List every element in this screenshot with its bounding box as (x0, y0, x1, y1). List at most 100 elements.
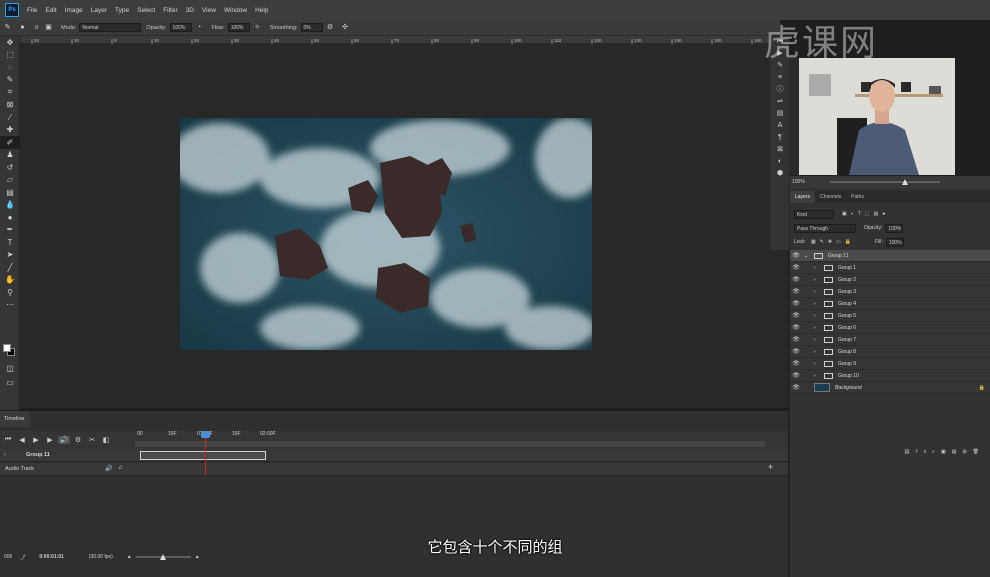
layer-opacity-field[interactable]: 100% (885, 223, 904, 233)
layer-row[interactable]: 👁 › Group 7 (790, 334, 990, 346)
group-clip[interactable] (140, 451, 266, 460)
line-tool-icon[interactable]: ╱ (0, 261, 20, 274)
visibility-eye-icon[interactable]: 👁 (790, 264, 802, 271)
marquee-tool-icon[interactable]: ⬚ (0, 49, 20, 62)
track-row[interactable]: Audio Track 🔊 ♫ (0, 463, 788, 476)
tab-paths[interactable]: Paths (846, 191, 869, 203)
libraries-icon[interactable]: ▤ (770, 108, 790, 120)
mode-select[interactable]: Normal (79, 23, 142, 32)
tab-channels[interactable]: Channels (815, 191, 846, 203)
history-brush-tool-icon[interactable]: ↺ (0, 161, 20, 174)
menu-filter[interactable]: Filter (163, 7, 177, 14)
speaker-icon[interactable]: 🔊 (105, 465, 112, 472)
menu-type[interactable]: Type (115, 7, 129, 14)
properties-icon[interactable]: ⇌ (770, 96, 790, 108)
layer-row[interactable]: 👁 › Group 4 (790, 298, 990, 310)
layer-row[interactable]: 👁 › Group 10 (790, 370, 990, 382)
flow-field[interactable]: 100% (227, 23, 250, 32)
smoothing-field[interactable]: 0% (300, 23, 323, 32)
info-icon[interactable]: ⓘ (770, 84, 790, 96)
pressure-opacity-icon[interactable]: ◔ (195, 23, 204, 32)
more-tools-icon[interactable]: ⋯ (0, 299, 20, 312)
stamp-tool-icon[interactable]: ♟ (0, 149, 20, 162)
menu-edit[interactable]: Edit (45, 7, 56, 14)
work-area-bar[interactable] (135, 441, 765, 447)
move-tool-icon[interactable]: ✥ (0, 36, 20, 49)
next-frame-icon[interactable]: ▶ (44, 436, 56, 444)
document-canvas-area[interactable] (20, 44, 788, 408)
dodge-tool-icon[interactable]: ● (0, 211, 20, 224)
brush-tool-icon[interactable]: ✎ (3, 23, 12, 32)
lock-icons[interactable]: ▦✎✥▭🔒 (811, 239, 855, 245)
adjustments-icon[interactable]: ◐ (770, 156, 790, 168)
add-track-icon[interactable]: + (768, 462, 773, 472)
menu-help[interactable]: Help (255, 7, 268, 14)
chevron-right-icon[interactable]: › (814, 325, 824, 331)
split-icon[interactable]: ✂ (86, 436, 98, 444)
character-icon[interactable]: A (770, 120, 790, 132)
layer-footer-icons[interactable]: ⛓fx◐▣▤⊞🗑 (790, 446, 990, 458)
track-row[interactable]: › Group 11 (0, 449, 788, 462)
quick-select-tool-icon[interactable]: ✎ (0, 74, 20, 87)
timeline-tab[interactable]: Timeline (0, 411, 30, 427)
frame-tool-icon[interactable]: ⊠ (0, 99, 20, 112)
lock-icon[interactable]: 🔒 (979, 385, 985, 391)
filter-icons[interactable]: ▣◐T⬚▤● (842, 211, 889, 217)
previous-frame-icon[interactable]: ◀ (16, 436, 28, 444)
menu-3d[interactable]: 3D (186, 7, 194, 14)
quick-mask-icon[interactable]: ◫ (0, 362, 20, 375)
opacity-field[interactable]: 100% (169, 23, 192, 32)
chevron-down-icon[interactable]: ⌄ (804, 253, 814, 259)
foreground-color-swatch[interactable] (3, 344, 11, 352)
layer-row[interactable]: 👁 › Group 3 (790, 286, 990, 298)
tab-layers[interactable]: Layers (790, 191, 816, 203)
gradient-tool-icon[interactable]: ▤ (0, 186, 20, 199)
chevron-right-icon[interactable]: › (814, 301, 824, 307)
visibility-eye-icon[interactable]: 👁 (790, 324, 802, 331)
layer-row[interactable]: 👁 › Group 2 (790, 274, 990, 286)
layer-row[interactable]: 👁 Background 🔒 (790, 382, 990, 394)
chevron-right-icon[interactable]: › (814, 361, 824, 367)
healing-tool-icon[interactable]: ✚ (0, 124, 20, 137)
brush-tool-icon[interactable]: ✐ (0, 136, 20, 149)
menu-window[interactable]: Window (224, 7, 247, 14)
menu-file[interactable]: File (27, 7, 37, 14)
visibility-eye-icon[interactable]: 👁 (790, 288, 802, 295)
expand-icon[interactable]: › (4, 452, 6, 458)
chevron-right-icon[interactable]: › (814, 277, 824, 283)
visibility-eye-icon[interactable]: 👁 (790, 252, 802, 259)
visibility-eye-icon[interactable]: 👁 (790, 312, 802, 319)
shapes-icon[interactable]: ⊠ (770, 144, 790, 156)
crop-tool-icon[interactable]: ⌗ (0, 86, 20, 99)
eraser-tool-icon[interactable]: ▱ (0, 174, 20, 187)
visibility-eye-icon[interactable]: 👁 (790, 348, 802, 355)
chevron-right-icon[interactable]: › (814, 289, 824, 295)
menu-view[interactable]: View (202, 7, 216, 14)
chevron-right-icon[interactable]: › (814, 337, 824, 343)
playhead-handle[interactable] (201, 431, 210, 438)
screen-mode-icon[interactable]: ▭ (0, 376, 20, 389)
blend-mode-select[interactable]: Pass Through (794, 223, 856, 233)
layer-row[interactable]: 👁 › Group 5 (790, 310, 990, 322)
brush-settings-icon[interactable]: ▣ (44, 23, 53, 32)
menu-image[interactable]: Image (65, 7, 83, 14)
go-to-first-frame-icon[interactable]: ⏮ (2, 436, 14, 444)
3d-icon[interactable]: ⬢ (770, 168, 790, 180)
chevron-right-icon[interactable]: › (814, 265, 824, 271)
lasso-tool-icon[interactable]: ◌ (0, 61, 20, 74)
layer-row[interactable]: 👁 › Group 6 (790, 322, 990, 334)
blur-tool-icon[interactable]: 💧 (0, 199, 20, 212)
visibility-eye-icon[interactable]: 👁 (790, 300, 802, 307)
layer-row[interactable]: 👁 ⌄ Group 11 (790, 250, 990, 262)
music-note-icon[interactable]: ♫ (118, 465, 123, 471)
settings-icon[interactable]: ⚙ (72, 436, 84, 444)
filter-kind-select[interactable]: Kind (794, 209, 834, 219)
zoom-slider[interactable] (830, 178, 940, 186)
visibility-eye-icon[interactable]: 👁 (790, 336, 802, 343)
visibility-eye-icon[interactable]: 👁 (790, 384, 802, 391)
visibility-eye-icon[interactable]: 👁 (790, 372, 802, 379)
gear-icon[interactable]: ⚙ (326, 23, 335, 32)
adjust-icon[interactable]: ≡ (770, 72, 790, 84)
type-tool-icon[interactable]: T (0, 236, 20, 249)
hand-tool-icon[interactable]: ✋ (0, 274, 20, 287)
